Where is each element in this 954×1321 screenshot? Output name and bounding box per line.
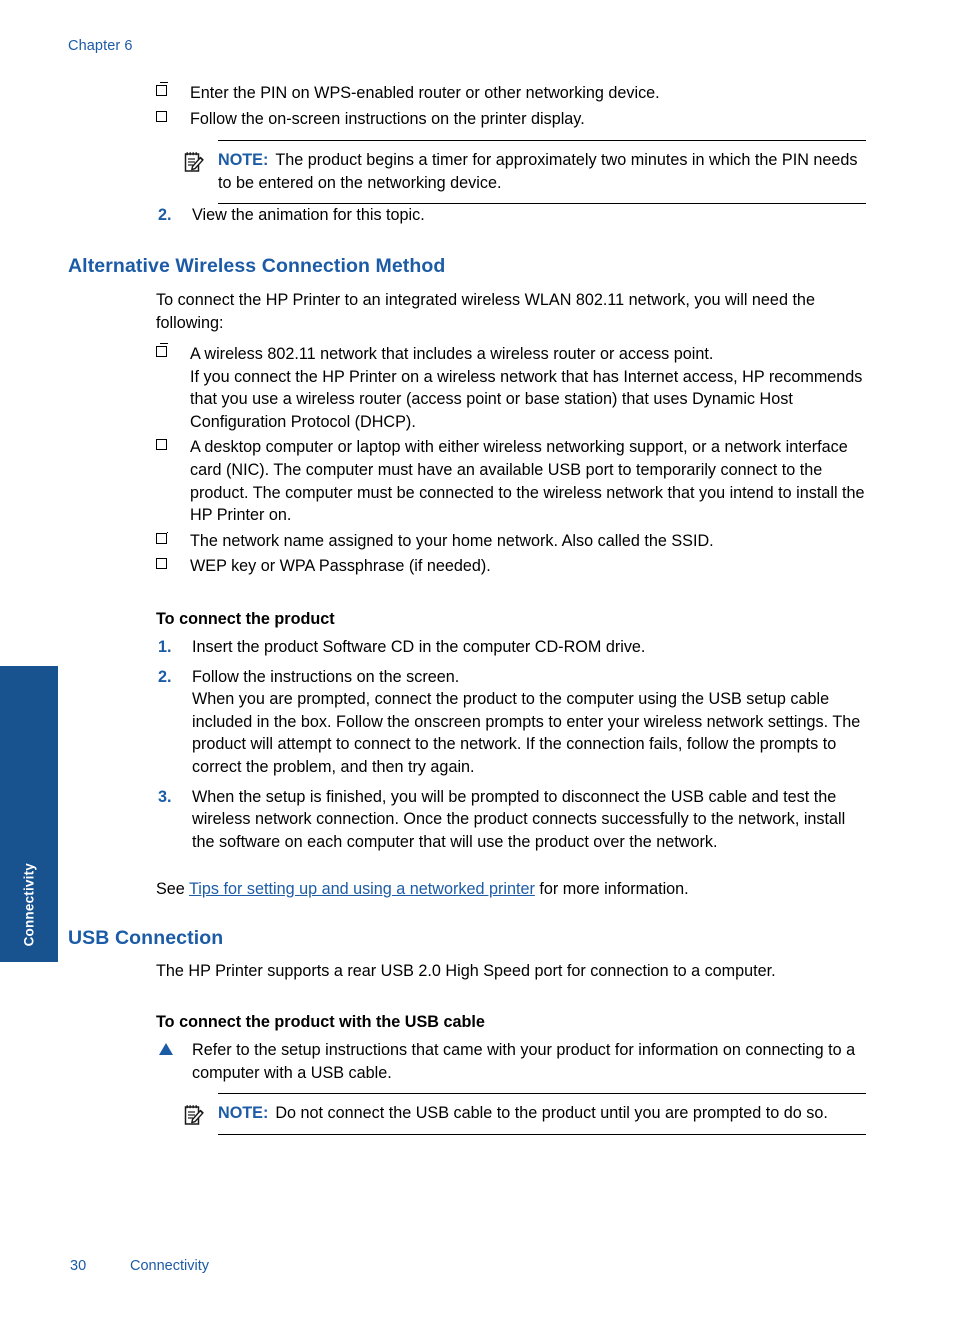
alt-wireless-intro: To connect the HP Printer to an integrat… [156, 291, 815, 332]
note-body-text: Do not connect the USB cable to the prod… [275, 1104, 828, 1122]
chapter-header: Chapter 6 [68, 38, 133, 54]
side-thumb-tab: Connectivity [0, 666, 58, 962]
list-item-detail: When you are prompted, connect the produ… [192, 690, 861, 776]
list-item-text: Follow the on-screen instructions on the… [190, 109, 585, 128]
list-item-text: A wireless 802.11 network that includes … [190, 345, 714, 363]
note-body-text: The product begins a timer for approxima… [218, 151, 858, 192]
list-item: WEP key or WPA Passphrase (if needed). [156, 555, 868, 578]
wps-bullet-list-wrapper: Enter the PIN on WPS-enabled router or o… [156, 82, 954, 130]
list-item: Enter the PIN on WPS-enabled router or o… [156, 82, 954, 105]
usb-single-step-wrapper: Refer to the setup instructions that cam… [156, 1039, 868, 1084]
square-bullet-icon [156, 82, 168, 96]
connect-product-steps-wrapper: Insert the product Software CD in the co… [156, 636, 868, 853]
triangle-bullet-icon [159, 1043, 173, 1055]
wps-step-2-wrapper: View the animation for this topic. [156, 204, 866, 227]
list-item-text: View the animation for this topic. [192, 206, 425, 224]
note-label: NOTE: [218, 1104, 269, 1122]
cross-reference-link[interactable]: Tips for setting up and using a networke… [189, 880, 535, 898]
list-item-text: Follow the instructions on the screen. [192, 667, 460, 686]
section-heading-usb-connection: USB Connection [68, 927, 224, 949]
list-item-text: Insert the product Software CD in the co… [192, 638, 646, 656]
usb-intro: The HP Printer supports a rear USB 2.0 H… [156, 962, 776, 980]
wps-bullet-list: Enter the PIN on WPS-enabled router or o… [156, 82, 954, 130]
square-bullet-icon [156, 107, 168, 122]
note-box: NOTE: Do not connect the USB cable to the… [184, 1093, 866, 1135]
square-bullet-icon [156, 436, 168, 451]
alt-wireless-requirements-list: A wireless 802.11 network that includes … [156, 343, 868, 578]
note-box: NOTE: The product begins a timer for appr… [184, 140, 866, 205]
square-bullet-icon [156, 555, 168, 570]
note-pad-pencil-icon [184, 152, 204, 172]
list-item: The network name assigned to your home n… [156, 530, 868, 553]
note-pad-pencil-icon [184, 1105, 204, 1125]
side-thumb-tab-label: Connectivity [21, 862, 37, 946]
list-item: A wireless 802.11 network that includes … [156, 343, 868, 433]
list-item-text: Enter the PIN on WPS-enabled router or o… [190, 84, 660, 102]
note-text: NOTE: Do not connect the USB cable to the… [218, 1102, 866, 1125]
see-also-line: See Tips for setting up and using a netw… [156, 878, 868, 901]
note-block-wps: NOTE: The product begins a timer for appr… [0, 140, 954, 205]
note-label: NOTE: [218, 151, 269, 169]
document-page: Chapter 6 Connectivity Enter the PIN on … [0, 0, 954, 1321]
list-item-text: A desktop computer or laptop with either… [190, 438, 865, 525]
procedure-title-connect-product: To connect the product [156, 610, 335, 628]
list-item-text: When the setup is finished, you will be … [192, 787, 846, 851]
list-item: Follow the on-screen instructions on the… [156, 107, 954, 131]
list-item: Refer to the setup instructions that cam… [156, 1039, 868, 1084]
square-bullet-icon [156, 343, 168, 357]
list-item: Follow the instructions on the screen. W… [156, 666, 868, 779]
see-also-suffix: for more information. [534, 880, 689, 898]
procedure-title-connect-usb: To connect the product with the USB cabl… [156, 1013, 485, 1031]
list-item: A desktop computer or laptop with either… [156, 436, 868, 526]
list-item-detail: If you connect the HP Printer on a wirel… [190, 367, 863, 431]
connect-product-steps: Insert the product Software CD in the co… [156, 636, 868, 853]
note-block-usb: NOTE: Do not connect the USB cable to the… [0, 1093, 954, 1135]
list-item: When the setup is finished, you will be … [156, 786, 868, 854]
see-also-prefix: See [156, 880, 190, 898]
square-bullet-icon [156, 530, 168, 544]
list-item-text: Refer to the setup instructions that cam… [192, 1041, 856, 1082]
note-text: NOTE: The product begins a timer for appr… [218, 149, 866, 194]
wps-step-list: View the animation for this topic. [156, 204, 866, 227]
list-item: View the animation for this topic. [156, 204, 866, 227]
footer-page-number: 30 [70, 1258, 87, 1274]
alt-wireless-requirements-wrapper: A wireless 802.11 network that includes … [156, 343, 868, 578]
list-item: Insert the product Software CD in the co… [156, 636, 868, 659]
list-item-text: The network name assigned to your home n… [190, 531, 714, 550]
section-heading-alternative-wireless: Alternative Wireless Connection Method [68, 255, 446, 277]
list-item-text: WEP key or WPA Passphrase (if needed). [190, 557, 491, 576]
footer-section-name: Connectivity [130, 1258, 209, 1274]
